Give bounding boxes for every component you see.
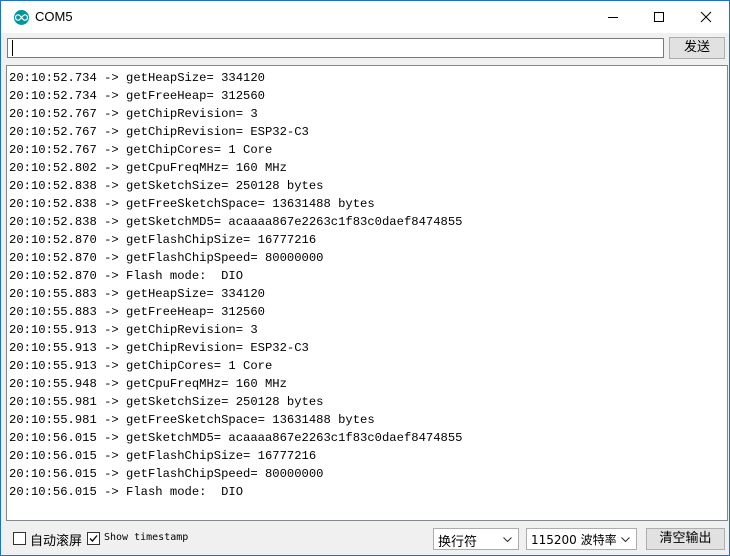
line-ending-select[interactable]: 换行符 <box>433 528 519 550</box>
output-line: 20:10:55.883 -> getFreeHeap= 312560 <box>9 305 265 319</box>
send-button[interactable]: 发送 <box>669 37 725 59</box>
output-line: 20:10:52.870 -> getFlashChipSize= 167772… <box>9 233 317 247</box>
window-title: COM5 <box>35 9 73 24</box>
autoscroll-label: 自动滚屏 <box>30 534 83 549</box>
output-line: 20:10:52.870 -> Flash mode: DIO <box>9 269 244 283</box>
maximize-icon <box>654 12 664 22</box>
output-line: 20:10:56.015 -> getFlashChipSpeed= 80000… <box>9 467 324 481</box>
output-line: 20:10:52.734 -> getFreeHeap= 312560 <box>9 89 265 103</box>
output-line: 20:10:55.913 -> getChipCores= 1 Core <box>9 359 273 373</box>
output-line: 20:10:52.838 -> getSketchMD5= acaaaa867e… <box>9 215 463 229</box>
minimize-icon <box>608 17 618 18</box>
serial-output-area[interactable]: 20:10:52.734 -> getHeapSize= 334120 20:10… <box>6 65 728 521</box>
output-line: 20:10:56.015 -> getFlashChipSize= 167772… <box>9 449 317 463</box>
show-timestamp-checkbox[interactable] <box>87 532 100 545</box>
serial-monitor-window: COM5 发送 20:10:52.734 -> getHeapSize= 334… <box>0 0 730 556</box>
bottom-toolbar: 自动滚屏 Show timestamp 换行符 115200 波特率 清空输出 <box>1 522 729 556</box>
autoscroll-checkbox[interactable] <box>13 532 26 545</box>
arduino-infinity-icon <box>14 10 29 25</box>
output-line: 20:10:56.015 -> getSketchMD5= acaaaa867e… <box>9 431 463 445</box>
output-line: 20:10:52.767 -> getChipRevision= ESP32-C… <box>9 125 309 139</box>
chevron-down-icon <box>503 537 512 543</box>
maximize-button[interactable] <box>636 1 682 33</box>
clear-output-button[interactable]: 清空输出 <box>646 528 725 550</box>
output-line: 20:10:52.767 -> getChipRevision= 3 <box>9 107 258 121</box>
output-line: 20:10:55.981 -> getSketchSize= 250128 by… <box>9 395 324 409</box>
line-ending-value: 换行符 <box>438 535 478 550</box>
output-line: 20:10:55.913 -> getChipRevision= ESP32-C… <box>9 341 309 355</box>
close-icon <box>700 11 712 23</box>
minimize-button[interactable] <box>590 1 636 33</box>
output-line: 20:10:55.981 -> getFreeSketchSpace= 1363… <box>9 413 375 427</box>
output-line: 20:10:56.015 -> Flash mode: DIO <box>9 485 244 499</box>
output-line: 20:10:55.948 -> getCpuFreqMHz= 160 MHz <box>9 377 287 391</box>
serial-send-input[interactable] <box>7 38 664 58</box>
baud-rate-value: 115200 波特率 <box>531 533 617 547</box>
output-line: 20:10:55.913 -> getChipRevision= 3 <box>9 323 258 337</box>
checkmark-icon <box>89 535 98 542</box>
output-line: 20:10:52.734 -> getHeapSize= 334120 <box>9 71 265 85</box>
text-caret <box>12 40 13 56</box>
output-line: 20:10:52.767 -> getChipCores= 1 Core <box>9 143 273 157</box>
output-line: 20:10:52.838 -> getSketchSize= 250128 by… <box>9 179 324 193</box>
output-lines: 20:10:52.734 -> getHeapSize= 334120 20:10… <box>9 69 462 501</box>
output-line: 20:10:55.883 -> getHeapSize= 334120 <box>9 287 265 301</box>
output-line: 20:10:52.838 -> getFreeSketchSpace= 1363… <box>9 197 375 211</box>
send-row <box>1 33 729 63</box>
output-line: 20:10:52.870 -> getFlashChipSpeed= 80000… <box>9 251 324 265</box>
close-button[interactable] <box>683 1 729 33</box>
baud-rate-select[interactable]: 115200 波特率 <box>526 528 637 550</box>
show-timestamp-label: Show timestamp <box>104 532 189 543</box>
title-bar: COM5 <box>1 1 729 33</box>
output-line: 20:10:52.802 -> getCpuFreqMHz= 160 MHz <box>9 161 287 175</box>
chevron-down-icon <box>621 537 630 543</box>
